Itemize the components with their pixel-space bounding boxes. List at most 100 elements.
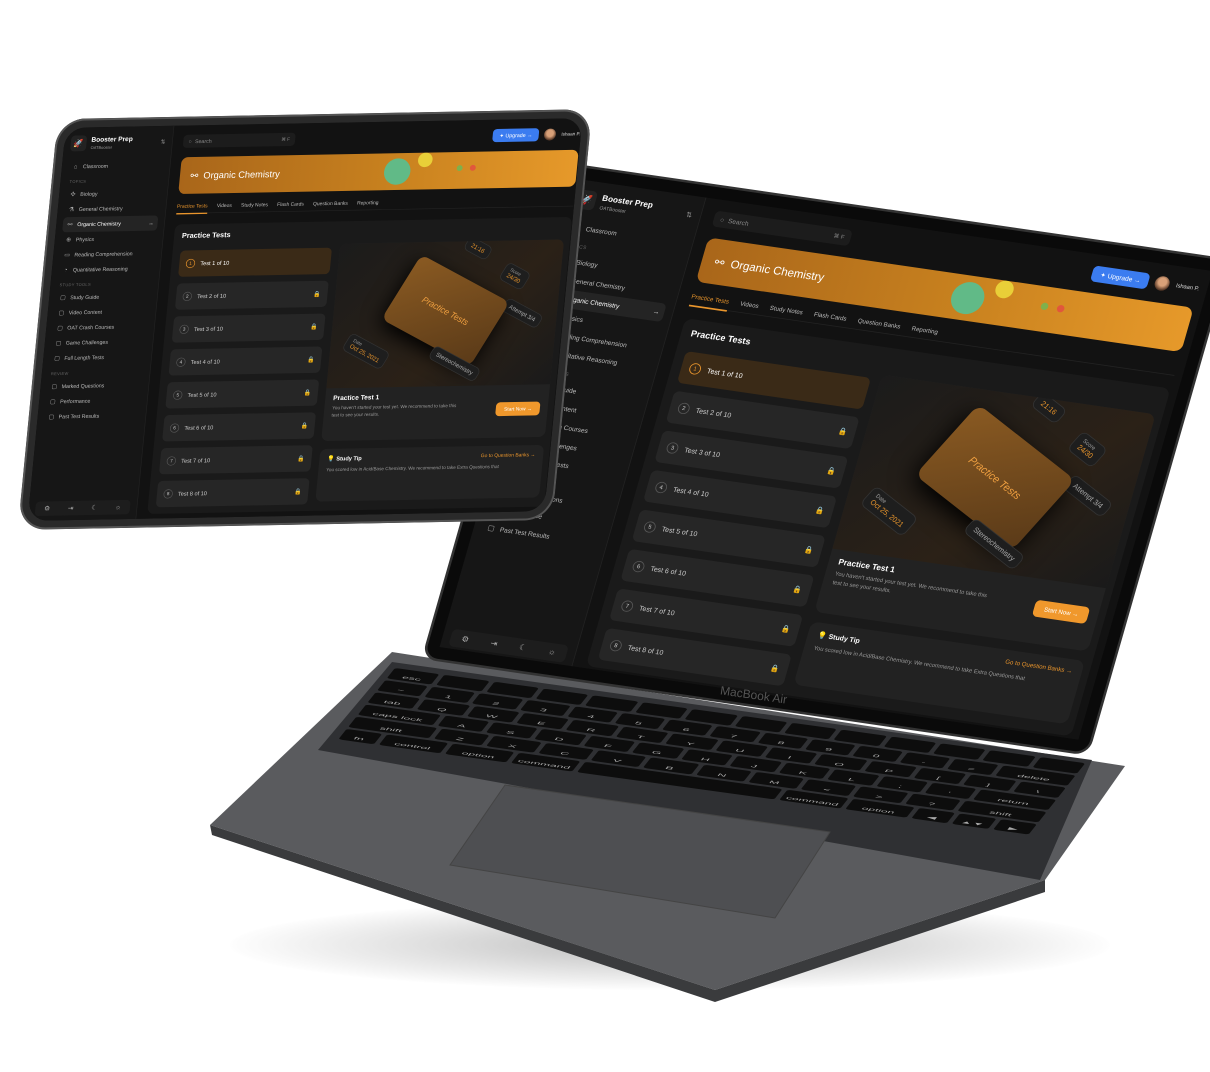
test-list-item[interactable]: 8 Test 8 of 10 🔒 xyxy=(155,478,310,508)
main-content: ○ Search ⌘ F ✦ Upgrade → Ishaan P. ⚯ Organ… xyxy=(136,118,582,521)
avatar[interactable] xyxy=(1153,275,1172,292)
tab-flash-cards[interactable]: Flash Cards xyxy=(277,201,304,207)
molecule-icon: ⚯ xyxy=(713,254,727,269)
moon-icon[interactable]: ☾ xyxy=(518,643,528,653)
test-list-item[interactable]: 7 Test 7 of 10 🔒 xyxy=(158,445,313,475)
topbar: ○ Search ⌘ F ✦ Upgrade → Ishaan P. xyxy=(182,126,582,149)
search-input[interactable]: ○ Search ⌘ F xyxy=(182,132,296,148)
brand[interactable]: 🚀 Booster Prep OATBooster ⇅ xyxy=(573,188,695,225)
sidebar-item-full-length-tests[interactable]: ▢Full Length Tests xyxy=(49,349,145,366)
review-icon: ▢ xyxy=(49,398,57,405)
sidebar-item-label: Past Test Results xyxy=(58,413,100,420)
test-label: Test 8 of 10 xyxy=(626,643,665,657)
tab-reporting[interactable]: Reporting xyxy=(911,325,939,336)
search-icon: ○ xyxy=(719,215,726,224)
test-label: Test 7 of 10 xyxy=(180,456,211,465)
key[interactable]: fn xyxy=(338,728,383,745)
go-to-question-banks-link[interactable]: Go to Question Banks → xyxy=(1004,658,1073,675)
app-window: 🚀 Booster PrepOATBooster ⇅ ⌂ Classroom TO… xyxy=(27,118,583,521)
score-chip: Score 24/30 xyxy=(1066,430,1108,469)
tab-question-banks[interactable]: Question Banks xyxy=(313,200,348,207)
logout-icon[interactable]: ⇥ xyxy=(489,639,498,649)
tab-study-notes[interactable]: Study Notes xyxy=(241,202,268,208)
test-list: 1 Test 1 of 10 2 Test 2 of 10 🔒 3 Test 3 of 10… xyxy=(155,247,333,514)
sidebar-item-label: Biology xyxy=(575,258,599,269)
molecule-decoration xyxy=(417,152,434,168)
panel-title: Practice Tests xyxy=(181,231,231,240)
upgrade-button[interactable]: ✦ Upgrade → xyxy=(492,128,540,143)
test-list-item[interactable]: 5 Test 5 of 10 🔒 xyxy=(165,379,320,409)
tab-study-notes[interactable]: Study Notes xyxy=(769,304,804,316)
date-chip: Date Oct 25, 2021 xyxy=(341,332,391,371)
key[interactable]: ▶ xyxy=(992,819,1037,835)
start-now-button[interactable]: Start Now → xyxy=(495,401,541,417)
book-icon: ▭ xyxy=(64,251,71,258)
globe-icon: ⊕ xyxy=(65,236,72,243)
test-list-item[interactable]: 1 Test 1 of 10 xyxy=(178,247,333,277)
test-number: 7 xyxy=(166,456,177,466)
test-description: You haven't started your test yet. We re… xyxy=(831,571,988,599)
tab-question-banks[interactable]: Question Banks xyxy=(857,317,902,330)
test-info: Practice Test 1 You haven't started your… xyxy=(323,384,550,426)
avatar[interactable] xyxy=(543,128,557,141)
test-label: Test 5 of 10 xyxy=(660,524,699,538)
sidebar-item-quantitative-reasoning[interactable]: ◔ Quantitative Reasoning xyxy=(58,261,154,277)
tool-icon: ▢ xyxy=(54,354,61,362)
tab-videos[interactable]: Videos xyxy=(217,202,233,208)
molecule-decoration xyxy=(993,279,1016,300)
test-label: Test 5 of 10 xyxy=(187,391,217,399)
study-tip-card: 💡 Study Tip Go to Question Banks → You s… xyxy=(315,444,545,502)
test-list-item[interactable]: 3 Test 3 of 10 🔒 xyxy=(171,313,326,343)
tab-flash-cards[interactable]: Flash Cards xyxy=(813,311,848,323)
tab-videos[interactable]: Videos xyxy=(739,300,759,310)
molecule-decoration xyxy=(382,158,412,185)
test-label: Test 3 of 10 xyxy=(683,445,722,459)
test-label: Test 7 of 10 xyxy=(638,603,676,617)
sidebar-item-label: Full Length Tests xyxy=(64,354,105,362)
upgrade-button[interactable]: ✦ Upgrade → xyxy=(1090,265,1151,290)
tab-practice-tests[interactable]: Practice Tests xyxy=(176,202,208,215)
go-to-question-banks-link[interactable]: Go to Question Banks → xyxy=(480,452,535,459)
chevron-updown-icon[interactable]: ⇅ xyxy=(160,138,166,145)
tab-practice-tests[interactable]: Practice Tests xyxy=(688,292,731,312)
date-chip: Date Oct 25, 2021 xyxy=(859,485,919,537)
sidebar-item-label: Classroom xyxy=(585,225,618,237)
test-number: 1 xyxy=(687,362,703,376)
tab-reporting[interactable]: Reporting xyxy=(357,200,379,206)
start-now-button[interactable]: Start Now → xyxy=(1032,599,1091,625)
key[interactable]: ▲▼ xyxy=(951,813,997,829)
gear-icon[interactable]: ⚙ xyxy=(460,635,470,645)
test-label: Test 4 of 10 xyxy=(190,358,221,366)
search-shortcut: ⌘ F xyxy=(832,233,845,241)
test-list-item[interactable]: 4 Test 4 of 10 🔒 xyxy=(168,346,323,376)
moon-icon[interactable]: ☾ xyxy=(91,504,98,511)
sun-icon[interactable]: ☼ xyxy=(547,647,557,657)
chevron-updown-icon[interactable]: ⇅ xyxy=(685,210,693,220)
upgrade-label: Upgrade → xyxy=(505,131,533,139)
section-label-review: REVIEW xyxy=(50,372,69,377)
user-name[interactable]: Ishaan P. xyxy=(1175,283,1200,292)
lock-icon: 🔒 xyxy=(803,545,815,555)
sidebar-item-past-test-results[interactable]: ▢ Past Test Results xyxy=(43,408,139,425)
molecule-decoration xyxy=(1039,302,1050,311)
molecule-icon: ⚯ xyxy=(190,169,199,181)
test-list-item[interactable]: 2 Test 2 of 10 🔒 xyxy=(174,280,329,310)
banner-title: Organic Chemistry xyxy=(202,168,281,181)
key[interactable]: ◀ xyxy=(911,807,956,824)
search-placeholder: Search xyxy=(194,137,213,145)
test-number: 6 xyxy=(631,560,646,573)
sidebar-item-label: Marked Questions xyxy=(61,382,105,390)
test-number: 8 xyxy=(163,489,174,499)
molecule-icon: ⚯ xyxy=(67,220,73,228)
user-name[interactable]: Ishaan P. xyxy=(561,132,580,137)
lock-icon: 🔒 xyxy=(300,421,309,429)
search-shortcut: ⌘ F xyxy=(280,137,291,143)
test-list-item[interactable]: 6 Test 6 of 10 🔒 xyxy=(162,412,317,442)
time-chip: 21:16 xyxy=(1030,391,1068,425)
sun-icon[interactable]: ☼ xyxy=(115,504,122,511)
logout-icon[interactable]: ⇥ xyxy=(68,505,74,512)
gear-icon[interactable]: ⚙ xyxy=(44,505,51,512)
sidebar-item-classroom[interactable]: ⌂ Classroom xyxy=(68,158,164,174)
lock-icon: 🔒 xyxy=(313,290,322,298)
brand[interactable]: 🚀 Booster Prep OATBooster ⇅ xyxy=(69,134,166,152)
